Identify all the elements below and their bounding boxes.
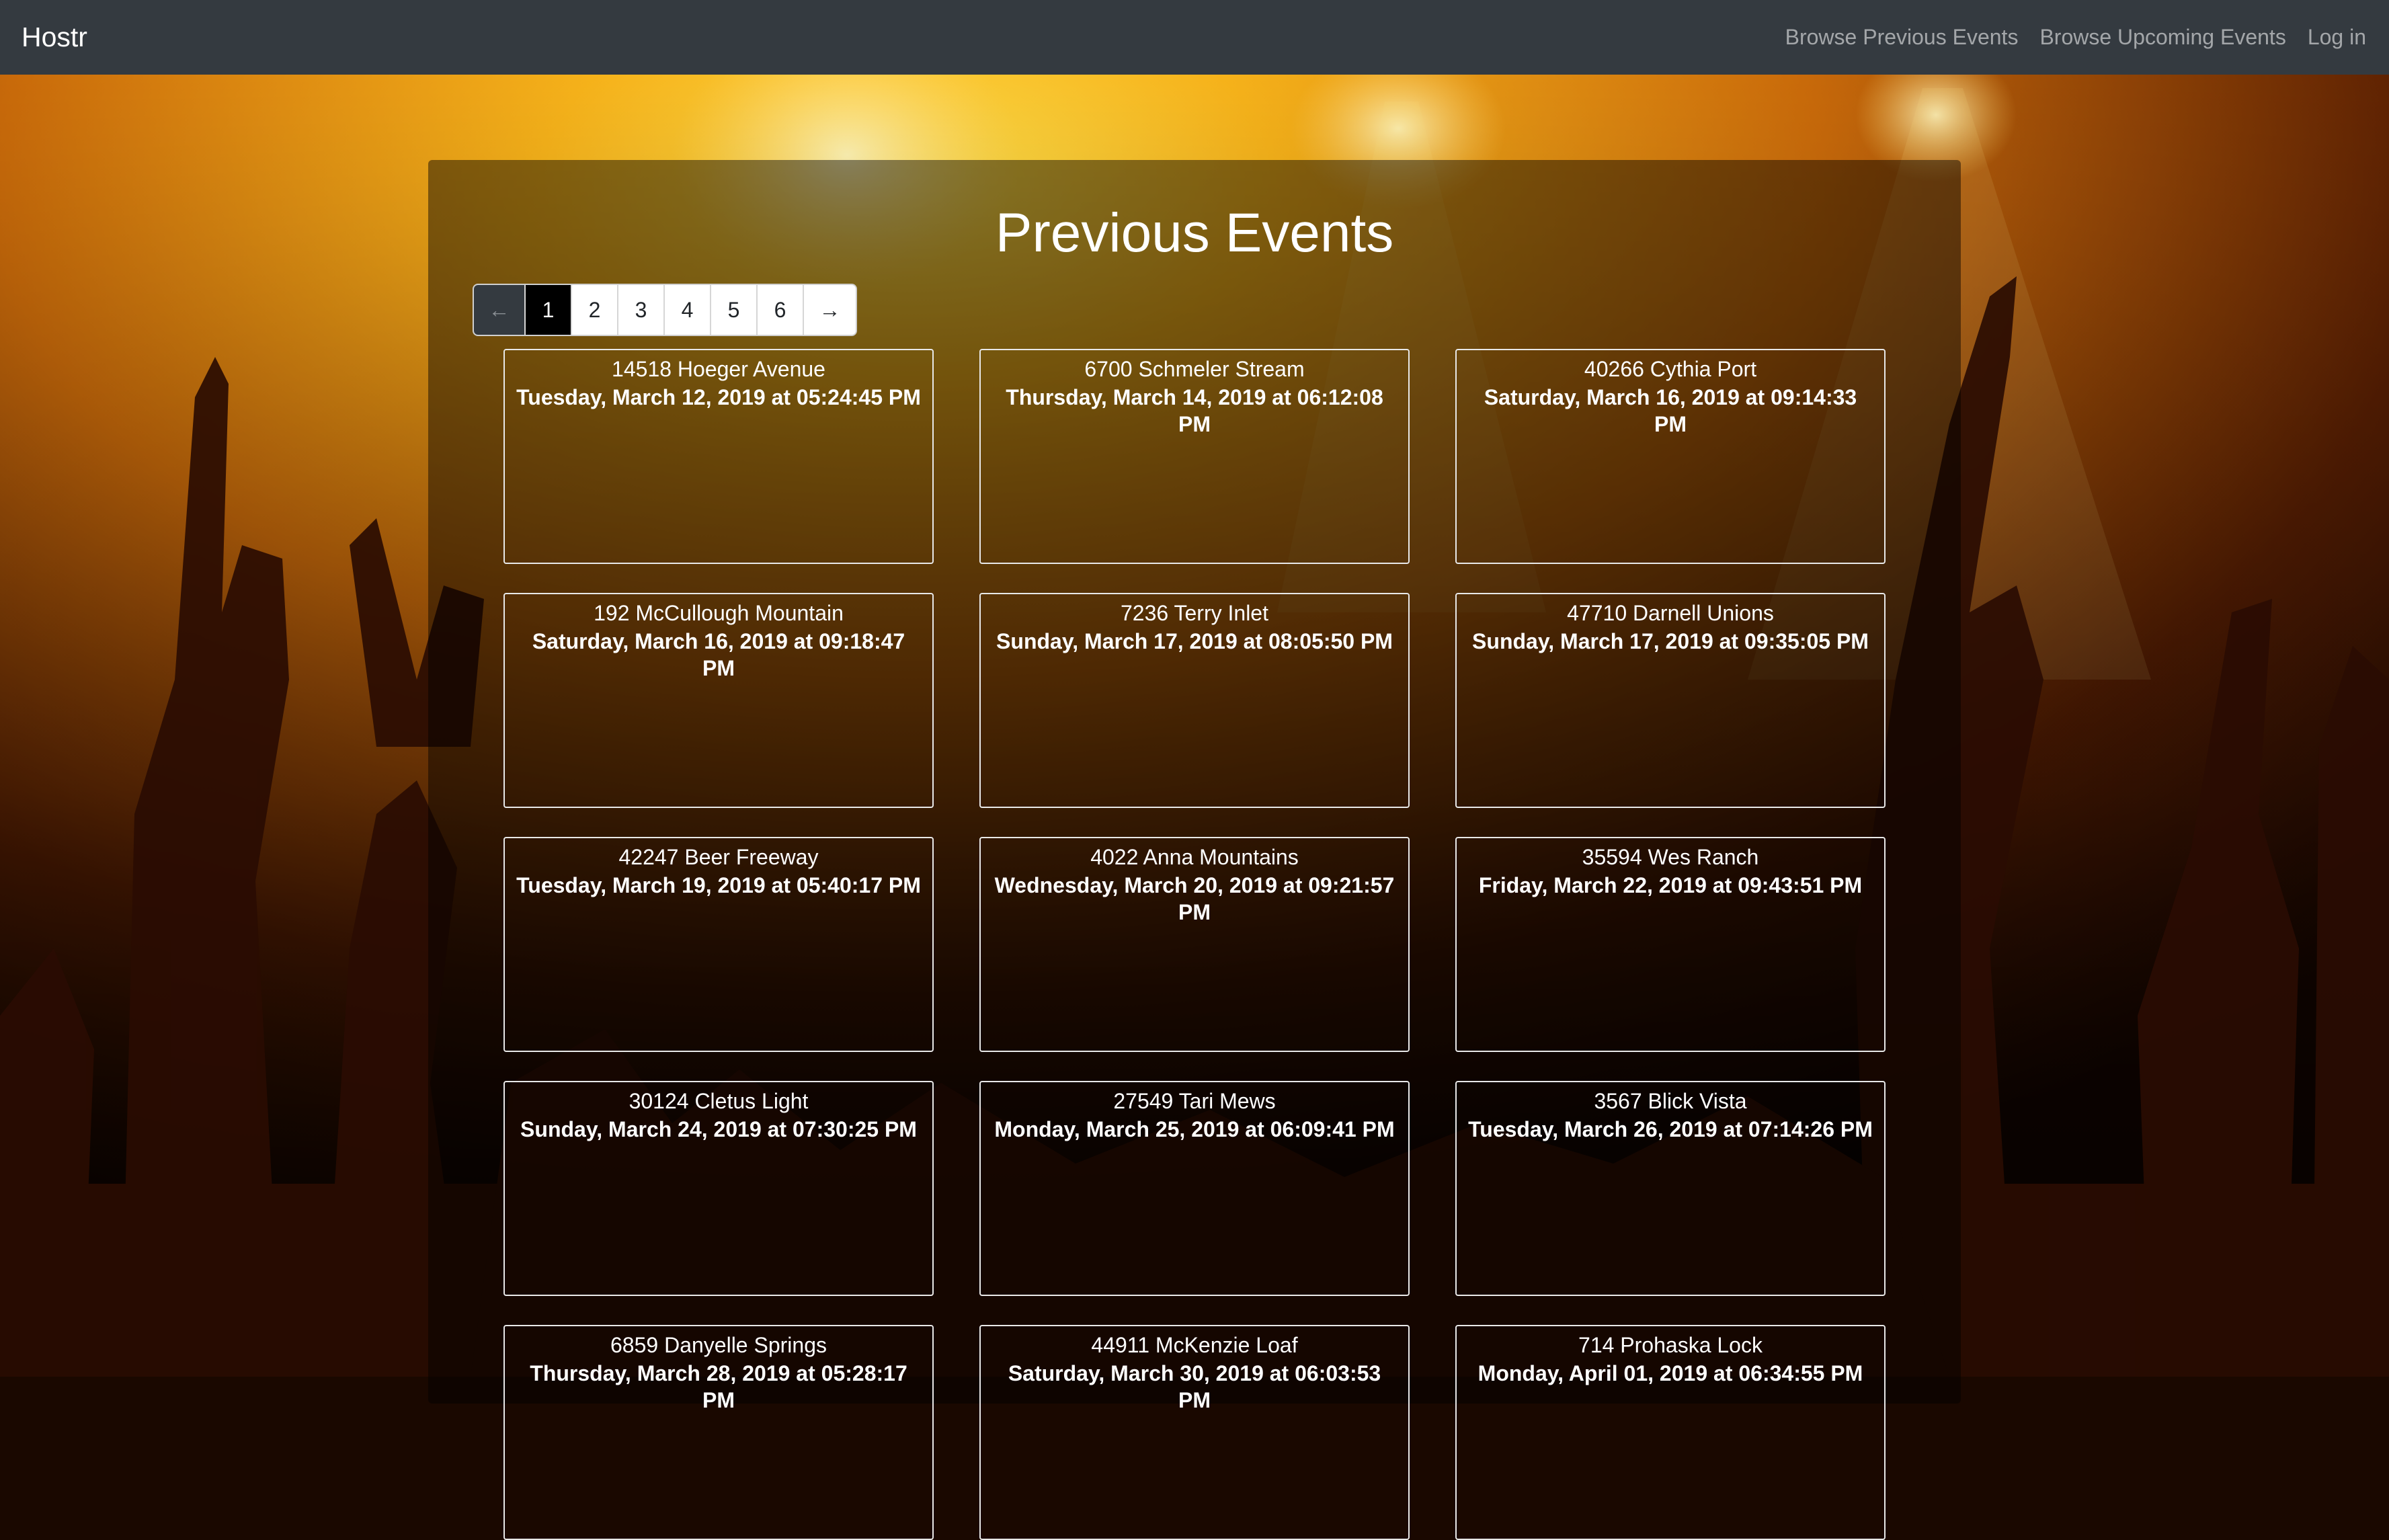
event-card[interactable]: 14518 Hoeger Avenue Tuesday, March 12, 2… xyxy=(503,349,934,564)
pagination-page-3[interactable]: 3 xyxy=(618,285,665,335)
pagination: ← 1 2 3 4 5 6 → xyxy=(473,284,857,336)
event-address: 6859 Danyelle Springs xyxy=(610,1333,827,1357)
event-date: Saturday, March 30, 2019 at 06:03:53 PM xyxy=(1008,1361,1381,1412)
event-date: Tuesday, March 19, 2019 at 05:40:17 PM xyxy=(516,873,921,897)
pagination-prev-button[interactable]: ← xyxy=(474,285,526,335)
pagination-page-4[interactable]: 4 xyxy=(665,285,711,335)
event-address: 3567 Blick Vista xyxy=(1594,1089,1747,1113)
event-date: Tuesday, March 12, 2019 at 05:24:45 PM xyxy=(516,385,921,409)
pagination-page-6[interactable]: 6 xyxy=(758,285,804,335)
nav-browse-previous-events[interactable]: Browse Previous Events xyxy=(1785,25,2019,50)
event-address: 44911 McKenzie Loaf xyxy=(1091,1333,1298,1357)
pagination-page-5[interactable]: 5 xyxy=(711,285,758,335)
pagination-next-button[interactable]: → xyxy=(804,285,856,335)
event-address: 6700 Schmeler Stream xyxy=(1084,357,1305,381)
event-address: 35594 Wes Ranch xyxy=(1582,845,1759,869)
event-date: Monday, April 01, 2019 at 06:34:55 PM xyxy=(1477,1361,1863,1385)
event-card[interactable]: 44911 McKenzie Loaf Saturday, March 30, … xyxy=(979,1325,1410,1540)
event-date: Saturday, March 16, 2019 at 09:18:47 PM xyxy=(532,629,905,680)
event-address: 192 McCullough Mountain xyxy=(594,601,844,625)
event-date: Friday, March 22, 2019 at 09:43:51 PM xyxy=(1478,873,1863,897)
event-date: Sunday, March 17, 2019 at 09:35:05 PM xyxy=(1472,629,1869,653)
pagination-page-1[interactable]: 1 xyxy=(526,285,572,335)
event-card[interactable]: 3567 Blick Vista Tuesday, March 26, 2019… xyxy=(1455,1081,1886,1296)
event-card[interactable]: 6859 Danyelle Springs Thursday, March 28… xyxy=(503,1325,934,1540)
nav-links: Browse Previous Events Browse Upcoming E… xyxy=(1775,0,2377,75)
event-date: Sunday, March 24, 2019 at 07:30:25 PM xyxy=(520,1117,917,1141)
event-address: 14518 Hoeger Avenue xyxy=(612,357,825,381)
event-card[interactable]: 4022 Anna Mountains Wednesday, March 20,… xyxy=(979,837,1410,1052)
event-address: 7236 Terry Inlet xyxy=(1121,601,1268,625)
event-address: 40266 Cythia Port xyxy=(1584,357,1757,381)
event-date: Wednesday, March 20, 2019 at 09:21:57 PM xyxy=(994,873,1395,924)
event-card[interactable]: 42247 Beer Freeway Tuesday, March 19, 20… xyxy=(503,837,934,1052)
event-card[interactable]: 192 McCullough Mountain Saturday, March … xyxy=(503,593,934,808)
event-card[interactable]: 714 Prohaska Lock Monday, April 01, 2019… xyxy=(1455,1325,1886,1540)
navbar: Hostr Browse Previous Events Browse Upco… xyxy=(0,0,2389,75)
event-date: Thursday, March 28, 2019 at 05:28:17 PM xyxy=(530,1361,907,1412)
event-date: Tuesday, March 26, 2019 at 07:14:26 PM xyxy=(1468,1117,1873,1141)
event-address: 714 Prohaska Lock xyxy=(1578,1333,1763,1357)
event-card[interactable]: 27549 Tari Mews Monday, March 25, 2019 a… xyxy=(979,1081,1410,1296)
event-card[interactable]: 35594 Wes Ranch Friday, March 22, 2019 a… xyxy=(1455,837,1886,1052)
pagination-page-2[interactable]: 2 xyxy=(572,285,618,335)
event-card[interactable]: 7236 Terry Inlet Sunday, March 17, 2019 … xyxy=(979,593,1410,808)
event-card[interactable]: 40266 Cythia Port Saturday, March 16, 20… xyxy=(1455,349,1886,564)
page-title: Previous Events xyxy=(995,202,1394,264)
event-address: 30124 Cletus Light xyxy=(629,1089,809,1113)
event-date: Sunday, March 17, 2019 at 08:05:50 PM xyxy=(996,629,1393,653)
event-date: Monday, March 25, 2019 at 06:09:41 PM xyxy=(994,1117,1395,1141)
event-address: 42247 Beer Freeway xyxy=(618,845,819,869)
nav-log-in[interactable]: Log in xyxy=(2308,25,2366,50)
nav-browse-upcoming-events[interactable]: Browse Upcoming Events xyxy=(2039,25,2285,50)
event-address: 4022 Anna Mountains xyxy=(1090,845,1299,869)
event-date: Saturday, March 16, 2019 at 09:14:33 PM xyxy=(1484,385,1857,436)
event-address: 27549 Tari Mews xyxy=(1113,1089,1276,1113)
brand-link[interactable]: Hostr xyxy=(22,0,87,75)
event-address: 47710 Darnell Unions xyxy=(1567,601,1774,625)
event-card[interactable]: 6700 Schmeler Stream Thursday, March 14,… xyxy=(979,349,1410,564)
event-card[interactable]: 30124 Cletus Light Sunday, March 24, 201… xyxy=(503,1081,934,1296)
event-card[interactable]: 47710 Darnell Unions Sunday, March 17, 2… xyxy=(1455,593,1886,808)
events-panel: Previous Events ← 1 2 3 4 5 6 → 14518 Ho… xyxy=(428,160,1961,1540)
event-date: Thursday, March 14, 2019 at 06:12:08 PM xyxy=(1006,385,1383,436)
